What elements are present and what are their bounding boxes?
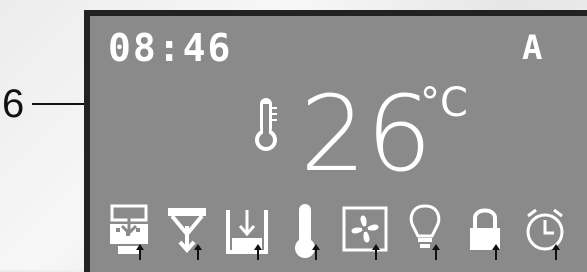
icon-pointer: [372, 244, 380, 260]
defrost-icon: [110, 204, 148, 254]
thermometer-icon: [255, 98, 277, 151]
drip-icon: [168, 208, 206, 254]
icon-pointer: [432, 244, 440, 260]
water-level-icon: [226, 210, 268, 254]
thermometer-icon: [295, 204, 315, 258]
icon-pointer: [312, 244, 320, 260]
icon-pointer: [136, 244, 144, 260]
temperature-value: 26: [300, 73, 433, 195]
status-icon-row: [106, 202, 587, 262]
icon-pointer: [552, 244, 560, 260]
temperature-unit: °C: [420, 80, 468, 126]
icon-pointer: [254, 244, 262, 260]
clock-time: 08:46: [108, 26, 233, 70]
lcd-screen: 08:46 A 26 °C: [90, 16, 587, 272]
fan-icon: [342, 206, 388, 252]
mode-indicator: A: [522, 28, 543, 68]
icon-pointer: [194, 244, 202, 260]
thermostat-display: 08:46 A 26 °C: [84, 10, 587, 272]
lock-icon: [470, 208, 500, 250]
icon-pointer: [492, 244, 500, 260]
light-bulb-icon: [409, 204, 441, 248]
timer-icon: [526, 208, 564, 251]
